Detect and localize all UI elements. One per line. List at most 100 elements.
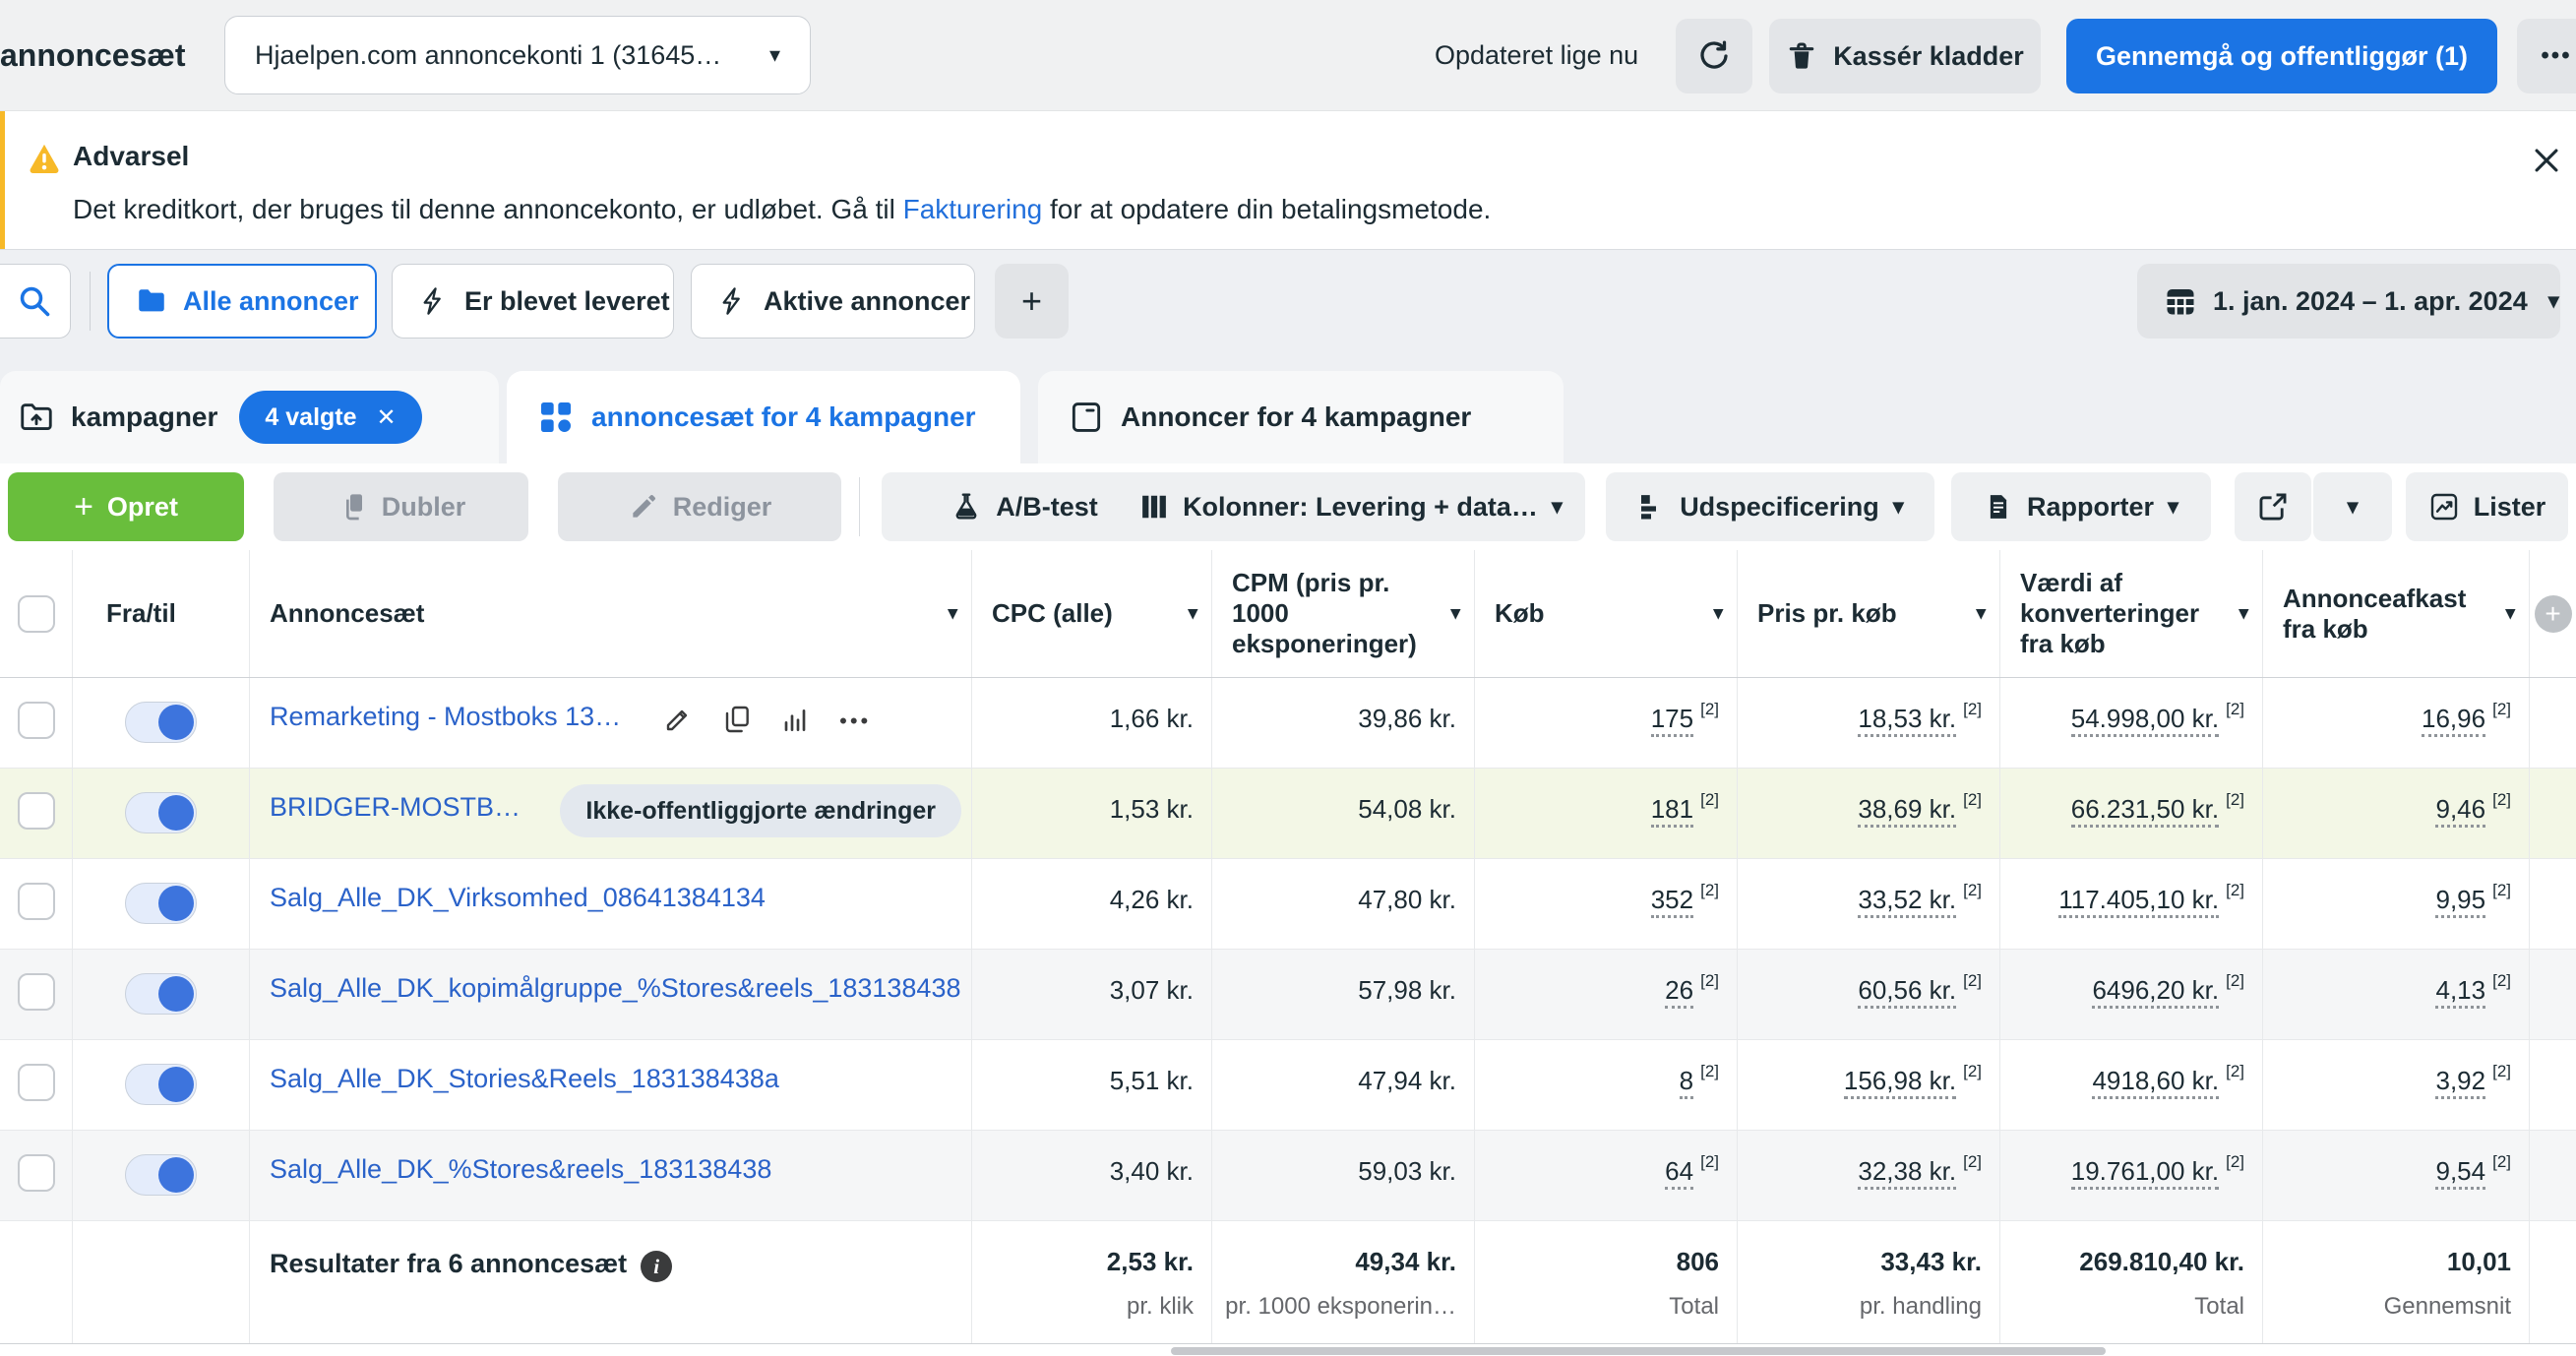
date-range-label: 1. jan. 2024 – 1. apr. 2024 — [2213, 286, 2528, 317]
clear-selection-icon[interactable]: ✕ — [377, 403, 397, 432]
export-options-button[interactable]: ▾ — [2313, 472, 2392, 541]
adset-name-cell: Salg_Alle_DK_Stories&Reels_183138438a — [250, 1040, 972, 1130]
charts-button[interactable]: Lister — [2406, 472, 2568, 541]
columns-label: Kolonner: Levering + data… — [1183, 492, 1538, 523]
row-toggle-cell — [73, 1131, 250, 1220]
purchases-value: 64[2] — [1475, 1131, 1738, 1220]
reports-label: Rapporter — [2027, 492, 2154, 523]
col-header-cost-per-purchase-label: Pris pr. køb — [1757, 598, 1897, 629]
edit-pencil-icon[interactable] — [662, 704, 694, 735]
col-header-cpm[interactable]: CPM (pris pr. 1000 eksponeringer) ▾ — [1212, 550, 1475, 677]
billing-link[interactable]: Fakturering — [903, 194, 1043, 224]
tab-campaigns-label: kampagner — [71, 401, 217, 433]
cpm-value: 54,08 kr. — [1212, 769, 1475, 858]
row-checkbox-cell — [0, 950, 73, 1039]
row-checkbox[interactable] — [18, 792, 55, 830]
adset-name-link[interactable]: Salg_Alle_DK_%Stores&reels_183138438 — [270, 1154, 771, 1185]
sort-caret-icon[interactable]: ▾ — [1976, 602, 1986, 624]
banner-message-text: Det kreditkort, der bruges til denne ann… — [73, 194, 903, 224]
adset-toggle[interactable] — [125, 1064, 197, 1105]
view-charts-icon[interactable] — [780, 704, 812, 735]
duplicate-copy-icon[interactable] — [721, 704, 753, 735]
col-header-conversion-value[interactable]: Værdi af konverteringer fra køb ▾ — [2000, 550, 2263, 677]
filter-active-ads[interactable]: Aktive annoncer — [691, 264, 975, 339]
empty-cell — [2530, 769, 2576, 858]
discard-drafts-button[interactable]: Kassér kladder — [1769, 19, 2041, 93]
sort-caret-icon[interactable]: ▾ — [1188, 602, 1197, 624]
refresh-button[interactable] — [1676, 19, 1752, 93]
adset-name-link[interactable]: Salg_Alle_DK_Stories&Reels_183138438a — [270, 1064, 779, 1094]
charts-label: Lister — [2474, 492, 2546, 523]
adset-toggle[interactable] — [125, 702, 197, 743]
cpc-value: 3,40 kr. — [972, 1131, 1212, 1220]
adsets-grid-icon — [536, 398, 576, 437]
breakdown-button[interactable]: Udspecificering ▾ — [1606, 472, 1934, 541]
row-more-icon[interactable]: ••• — [839, 709, 871, 734]
banner-close-button[interactable] — [2521, 135, 2572, 186]
adset-toggle[interactable] — [125, 883, 197, 924]
roas-value: 9,46[2] — [2263, 769, 2530, 858]
toggle-knob — [158, 705, 194, 740]
table-row: Salg_Alle_DK_kopimålgruppe_%Stores&reels… — [0, 950, 2576, 1040]
topbar-more-button[interactable]: ••• — [2517, 19, 2576, 93]
horizontal-scrollbar[interactable] — [1171, 1347, 2106, 1355]
row-checkbox[interactable] — [18, 883, 55, 920]
cpc-total: 2,53 kr.pr. klik — [972, 1221, 1212, 1343]
cost-per-purchase-total: 33,43 kr.pr. handling — [1738, 1221, 2000, 1343]
search-box[interactable] — [0, 264, 71, 339]
sort-caret-icon[interactable]: ▾ — [1713, 602, 1723, 624]
col-header-roas[interactable]: Annonceafkast fra køb ▾ — [2263, 550, 2530, 677]
row-checkbox[interactable] — [18, 1154, 55, 1192]
filter-all-ads[interactable]: Alle annoncer — [107, 264, 377, 339]
select-all-checkbox[interactable] — [18, 595, 55, 633]
selected-campaigns-pill[interactable]: 4 valgte ✕ — [239, 391, 421, 444]
row-checkbox[interactable] — [18, 1064, 55, 1101]
reports-button[interactable]: Rapporter ▾ — [1951, 472, 2211, 541]
filter-delivered[interactable]: Er blevet leveret — [392, 264, 674, 339]
chevron-down-icon: ▾ — [2347, 496, 2358, 518]
col-header-name[interactable]: Annoncesæt ▾ — [250, 550, 972, 677]
chevron-down-icon: ▾ — [1893, 496, 1904, 518]
col-header-purchases[interactable]: Køb ▾ — [1475, 550, 1738, 677]
toggle-knob — [158, 1067, 194, 1102]
sort-caret-icon[interactable]: ▾ — [948, 602, 957, 624]
row-checkbox[interactable] — [18, 973, 55, 1011]
adset-toggle[interactable] — [125, 792, 197, 833]
columns-button[interactable]: Kolonner: Levering + data… ▾ — [1117, 472, 1585, 541]
adset-name-link[interactable]: BRIDGER-MOSTBOKS-TF-… — [270, 792, 538, 823]
adset-name-link[interactable]: Remarketing - Mostboks 13… — [270, 702, 621, 732]
account-selector[interactable]: Hjaelpen.com annoncekonti 1 (31645… ▾ — [224, 16, 811, 94]
adset-name-link[interactable]: Salg_Alle_DK_Virksomhed_08641384134 — [270, 883, 766, 913]
adset-toggle[interactable] — [125, 1154, 197, 1196]
export-button[interactable] — [2235, 472, 2311, 541]
sort-caret-icon[interactable]: ▾ — [2239, 602, 2248, 624]
roas-value: 3,92[2] — [2263, 1040, 2530, 1130]
add-column-button[interactable]: + — [2530, 550, 2576, 677]
sort-caret-icon[interactable]: ▾ — [1450, 602, 1460, 624]
edit-button[interactable]: Rediger — [558, 472, 841, 541]
create-button[interactable]: + Opret — [8, 472, 244, 541]
tab-ads[interactable]: Annoncer for 4 kampagner — [1038, 371, 1564, 463]
date-range-selector[interactable]: 1. jan. 2024 – 1. apr. 2024 ▾ — [2137, 264, 2560, 339]
publish-button[interactable]: Gennemgå og offentliggør (1) — [2066, 19, 2497, 93]
col-header-cpc[interactable]: CPC (alle) ▾ — [972, 550, 1212, 677]
cpc-value: 5,51 kr. — [972, 1040, 1212, 1130]
empty-cell — [2530, 859, 2576, 949]
sort-caret-icon[interactable]: ▾ — [2505, 602, 2515, 624]
info-icon[interactable]: i — [641, 1251, 672, 1282]
cpm-total: 49,34 kr.pr. 1000 eksponerin… — [1212, 1221, 1475, 1343]
close-icon — [2530, 144, 2563, 177]
row-checkbox[interactable] — [18, 702, 55, 739]
tab-adsets[interactable]: annoncesæt for 4 kampagner — [507, 371, 1020, 463]
duplicate-button[interactable]: Dubler — [274, 472, 528, 541]
add-filter-button[interactable]: + — [995, 264, 1069, 339]
conversion-value: 117.405,10 kr.[2] — [2000, 859, 2263, 949]
adsets-table: Fra/til Annoncesæt ▾ CPC (alle) ▾ CPM (p… — [0, 550, 2576, 1344]
tab-ads-label: Annoncer for 4 kampagner — [1121, 401, 1471, 433]
adset-name-link[interactable]: Salg_Alle_DK_kopimålgruppe_%Stores&reels… — [270, 973, 960, 1004]
tab-campaigns[interactable]: kampagner 4 valgte ✕ — [0, 371, 499, 463]
col-header-cost-per-purchase[interactable]: Pris pr. køb ▾ — [1738, 550, 2000, 677]
adset-toggle[interactable] — [125, 973, 197, 1015]
row-checkbox-cell — [0, 1131, 73, 1220]
adset-name-cell: Salg_Alle_DK_Virksomhed_08641384134 — [250, 859, 972, 949]
